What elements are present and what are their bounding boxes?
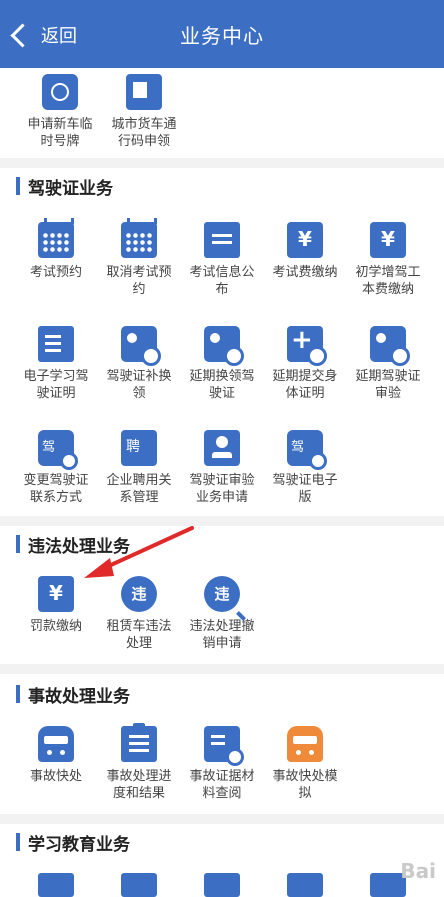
item-label: 考试费缴纳 — [272, 265, 338, 280]
top-navigation-bar: 返回 业务中心 — [0, 0, 444, 68]
service-exam-info[interactable]: 考试信息公布 — [180, 222, 264, 298]
license-clock-icon — [204, 326, 244, 366]
service-accident-evidence[interactable]: 事故证据材料查阅 — [180, 726, 264, 802]
service-medical-delay[interactable]: 延期提交身体证明 — [263, 325, 347, 402]
item-label: 驾驶证电子版 — [272, 473, 338, 505]
item-label: 延期驾驶证审验 — [355, 369, 421, 401]
section-title-text: 事故处理业务 — [28, 686, 130, 707]
item-label: 考试预约 — [29, 265, 82, 280]
service-e-learning-proof[interactable]: 电子学习驾驶证明 — [14, 326, 98, 402]
document-user-icon — [38, 326, 74, 362]
service-truck-pass[interactable]: 城市货车通行码申领 — [102, 74, 186, 150]
section-divider — [0, 814, 444, 824]
truck-icon — [126, 74, 162, 110]
service-license-renew-delay[interactable]: 延期换领驾驶证 — [180, 326, 264, 402]
item-label: 申请新车临时号牌 — [27, 117, 93, 149]
fine-receipt-icon — [38, 576, 74, 612]
section-title-violation: 违法处理业务 — [16, 532, 130, 557]
section-title-text: 驾驶证业务 — [28, 178, 113, 199]
service-rental-violation[interactable]: 租赁车违法处理 — [97, 576, 181, 652]
document-search-icon — [204, 726, 244, 766]
item-label: 租赁车违法处理 — [106, 619, 172, 651]
item-label: 电子学习驾驶证明 — [23, 369, 89, 401]
service-employment-mgmt[interactable]: 企业聘用关系管理 — [97, 430, 181, 506]
item-label: 取消考试预约 — [106, 265, 172, 297]
service-violation-revoke[interactable]: 违法处理撤销申请 — [180, 576, 264, 652]
service-fine-payment[interactable]: 罚款缴纳 — [14, 576, 98, 635]
section-title-accident: 事故处理业务 — [16, 682, 130, 707]
item-label: 驾驶证审验业务申请 — [189, 473, 255, 505]
book-icon[interactable] — [38, 873, 74, 897]
calendar-icon — [38, 218, 74, 258]
item-label: 事故证据材料查阅 — [189, 769, 255, 801]
item-label: 考试信息公布 — [189, 265, 255, 297]
service-accident-progress[interactable]: 事故处理进度和结果 — [97, 723, 181, 802]
teacher-icon[interactable] — [121, 873, 157, 897]
section-marker — [16, 535, 20, 553]
item-label: 变更驾驶证联系方式 — [23, 473, 89, 505]
service-accident-quick[interactable]: 事故快处 — [14, 726, 98, 785]
car-crash-icon — [38, 726, 74, 762]
receipt-yen-icon — [287, 222, 323, 258]
section-marker — [16, 685, 20, 703]
service-learner-fee[interactable]: 初学增驾工本费缴纳 — [346, 222, 430, 298]
service-exam-appointment[interactable]: 考试预约 — [14, 218, 98, 281]
section-title-text: 违法处理业务 — [28, 536, 130, 557]
service-change-contact[interactable]: 变更驾驶证联系方式 — [14, 430, 98, 506]
service-exam-fee[interactable]: 考试费缴纳 — [263, 222, 347, 281]
yen-list-icon — [370, 222, 406, 258]
car-crash-orange-icon — [287, 726, 323, 762]
license-refresh-icon — [121, 326, 161, 366]
badge-icon — [204, 430, 240, 466]
document-icon[interactable] — [204, 873, 240, 897]
service-apply-temp-plate[interactable]: 申请新车临时号牌 — [18, 74, 102, 150]
section-marker — [16, 833, 20, 851]
service-cancel-exam[interactable]: 取消考试预约 — [97, 218, 181, 298]
service-audit-apply[interactable]: 驾驶证审验业务申请 — [180, 430, 264, 506]
service-license-reissue[interactable]: 驾驶证补换领 — [97, 326, 181, 402]
board-icon — [204, 222, 240, 258]
item-label: 事故处理进度和结果 — [106, 769, 172, 801]
watermark: Bai — [400, 859, 436, 883]
calendar-icon — [121, 218, 157, 258]
section-title-text: 学习教育业务 — [28, 834, 130, 855]
license-check-icon — [370, 326, 410, 366]
item-label: 企业聘用关系管理 — [106, 473, 172, 505]
item-label: 驾驶证补换领 — [106, 369, 172, 401]
item-label: 城市货车通行码申领 — [111, 117, 177, 149]
document-icon[interactable] — [287, 873, 323, 897]
item-label: 初学增驾工本费缴纳 — [355, 265, 421, 297]
e-license-icon — [287, 430, 327, 470]
section-marker — [16, 177, 20, 195]
plate-icon — [42, 74, 78, 110]
violation-search-icon — [204, 576, 240, 612]
item-label: 罚款缴纳 — [29, 619, 82, 634]
section-divider — [0, 664, 444, 674]
medical-clock-icon — [287, 325, 327, 366]
section-divider — [0, 158, 444, 168]
employ-doc-icon — [121, 430, 157, 466]
item-label: 违法处理撤销申请 — [189, 619, 255, 651]
service-accident-simulation[interactable]: 事故快处模拟 — [263, 726, 347, 802]
section-title-license: 驾驶证业务 — [16, 174, 113, 199]
clipboard-icon — [121, 723, 157, 762]
item-label: 事故快处 — [29, 769, 82, 784]
violation-hand-icon — [121, 576, 157, 612]
section-divider — [0, 516, 444, 526]
service-license-audit-delay[interactable]: 延期驾驶证审验 — [346, 326, 430, 402]
page-title: 业务中心 — [180, 24, 264, 48]
item-label: 延期提交身体证明 — [272, 369, 338, 401]
license-phone-icon — [38, 430, 78, 470]
service-e-license[interactable]: 驾驶证电子版 — [263, 430, 347, 506]
item-label: 延期换领驾驶证 — [189, 369, 255, 401]
section-title-education: 学习教育业务 — [16, 830, 130, 855]
item-label: 事故快处模拟 — [272, 769, 338, 801]
